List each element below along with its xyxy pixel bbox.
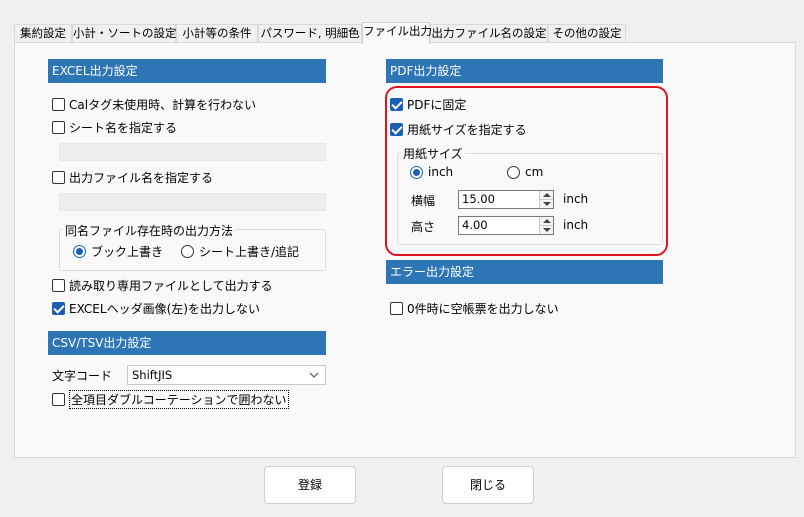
sheet-name-label: シート名を指定する [69,120,178,135]
no-double-quote-label: 全項目ダブルコーテーションで囲わない [69,389,289,409]
radio-book-overwrite-circle[interactable] [73,244,86,258]
width-value[interactable]: 15.00 [459,191,539,208]
paper-size-label: 用紙サイズを指定する [407,122,527,137]
radio-unit-cm-circle[interactable] [507,165,520,179]
cal-tag-check-box[interactable] [52,97,65,111]
charset-value: ShiftJIS [132,368,173,382]
radio-book-overwrite-label: ブック上書き [91,244,164,259]
no-header-image-label: EXCELヘッダ画像(左)を出力しない [69,301,260,316]
no-double-quote-checkbox[interactable]: 全項目ダブルコーテーションで囲わない [52,389,289,409]
tab-output-filename[interactable]: 出力ファイル名の設定 [430,24,548,43]
output-filename-input[interactable] [59,193,326,211]
radio-unit-inch[interactable]: inch [410,164,453,180]
height-unit-label: inch [563,218,589,232]
radio-unit-inch-label: inch [428,165,454,179]
no-header-image-check-box[interactable] [52,301,65,315]
radio-unit-cm-label: cm [525,165,544,179]
radio-unit-inch-circle[interactable] [410,165,423,179]
height-spin-buttons [539,217,553,234]
paper-size-group-label: 用紙サイズ [401,145,465,162]
pdf-section-header: PDF出力設定 [386,59,663,83]
error-section-header: エラー出力設定 [386,260,663,284]
tab-password-detail-color[interactable]: パスワード, 明細色 [258,24,362,43]
width-unit-label: inch [563,192,589,206]
tab-other-settings[interactable]: その他の設定 [548,24,626,43]
output-filename-label: 出力ファイル名を指定する [69,170,214,185]
height-label: 高さ [411,220,436,234]
radio-book-overwrite[interactable]: ブック上書き [73,243,163,259]
width-increment-button[interactable] [540,191,553,200]
chevron-down-icon [309,372,319,378]
pdf-fixed-check-box[interactable] [390,97,403,111]
height-spinner[interactable]: 4.00 [458,216,554,235]
charset-select[interactable]: ShiftJIS [127,365,326,385]
width-label: 横幅 [411,194,436,208]
sheet-name-checkbox[interactable]: シート名を指定する [52,118,177,136]
radio-unit-cm[interactable]: cm [507,164,543,180]
tab-subtotal-sort[interactable]: 小計・ソートの設定 [72,24,177,43]
output-filename-check-box[interactable] [52,170,65,184]
no-header-image-checkbox[interactable]: EXCELヘッダ画像(左)を出力しない [52,299,260,317]
tab-file-output[interactable]: ファイル出力 [362,22,432,44]
no-blank-form-label: 0件時に空帳票を出力しない [407,301,559,316]
csv-section-header: CSV/TSV出力設定 [48,331,326,355]
close-button[interactable]: 閉じる [442,466,534,504]
height-decrement-button[interactable] [540,226,553,234]
tab-subtotal-conditions[interactable]: 小計等の条件 [176,24,258,43]
excel-section-header: EXCEL出力設定 [48,59,326,83]
charset-label: 文字コード [52,369,113,383]
paper-size-check-box[interactable] [390,122,403,136]
no-double-quote-check-box[interactable] [52,392,65,406]
radio-sheet-overwrite-label: シート上書き/追記 [199,244,300,259]
read-only-label: 読み取り専用ファイルとして出力する [69,278,273,293]
tab-aggregation[interactable]: 集約設定 [14,24,72,43]
register-button[interactable]: 登録 [264,466,356,504]
read-only-checkbox[interactable]: 読み取り専用ファイルとして出力する [52,276,273,294]
cal-tag-checkbox[interactable]: Calタグ未使用時、計算を行わない [52,95,256,113]
pdf-fixed-checkbox[interactable]: PDFに固定 [390,95,466,113]
no-blank-form-checkbox[interactable]: 0件時に空帳票を出力しない [390,299,559,317]
width-decrement-button[interactable] [540,200,553,208]
pdf-fixed-label: PDFに固定 [407,97,467,112]
no-blank-form-check-box[interactable] [390,301,403,315]
radio-sheet-overwrite-circle[interactable] [181,244,194,258]
radio-sheet-overwrite[interactable]: シート上書き/追記 [181,243,299,259]
output-filename-checkbox[interactable]: 出力ファイル名を指定する [52,168,213,186]
sheet-name-input[interactable] [59,143,326,161]
width-spin-buttons [539,191,553,208]
width-spinner[interactable]: 15.00 [458,190,554,209]
height-value[interactable]: 4.00 [459,217,539,234]
sheet-name-check-box[interactable] [52,120,65,134]
cal-tag-label: Calタグ未使用時、計算を行わない [69,97,257,112]
same-name-group-label: 同名ファイル存在時の出力方法 [63,222,236,239]
paper-size-checkbox[interactable]: 用紙サイズを指定する [390,120,527,138]
read-only-check-box[interactable] [52,278,65,292]
height-increment-button[interactable] [540,217,553,226]
